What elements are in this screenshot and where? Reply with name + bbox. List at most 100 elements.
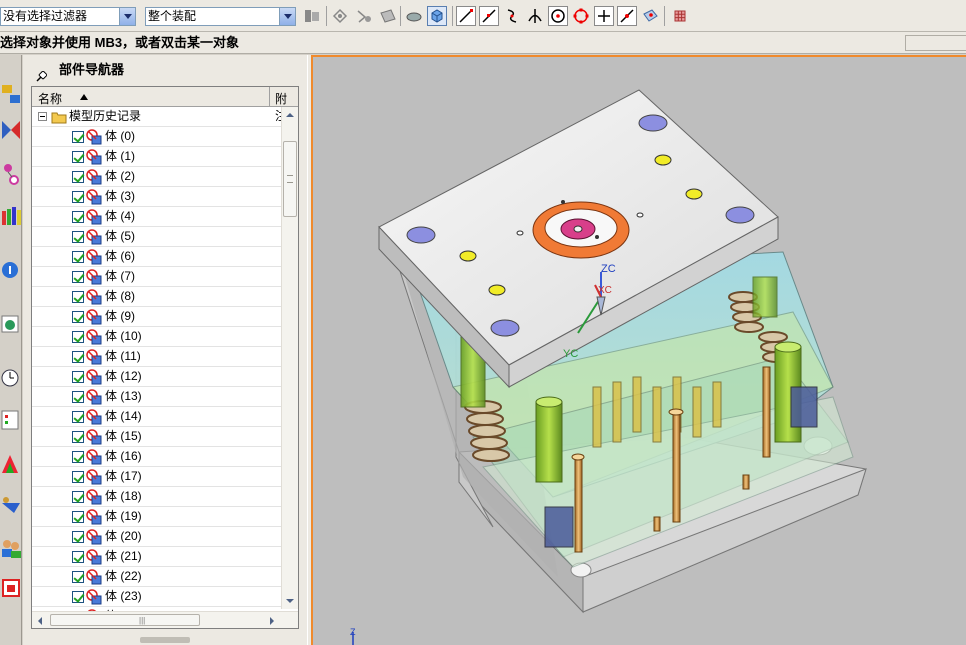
web-browser-tab[interactable] xyxy=(0,309,22,339)
tree-item-body[interactable]: 体 (14) xyxy=(32,407,281,427)
visibility-checkbox[interactable] xyxy=(72,291,84,303)
tree-item-body[interactable]: 体 (20) xyxy=(32,527,281,547)
manufacturing-wizard-tab[interactable] xyxy=(0,491,22,521)
selection-scope-dropdown[interactable]: 整个装配 xyxy=(145,7,296,26)
point-on-curve-icon[interactable] xyxy=(617,6,637,26)
tree-item-body[interactable]: 体 (13) xyxy=(32,387,281,407)
tree-item-label: 体 (1) xyxy=(105,149,136,163)
vertical-scroll-thumb[interactable] xyxy=(283,141,297,217)
assembly-navigator-tab[interactable] xyxy=(0,79,22,109)
visibility-checkbox[interactable] xyxy=(72,571,84,583)
select-face-icon[interactable] xyxy=(378,6,398,26)
visibility-checkbox[interactable] xyxy=(72,531,84,543)
horizontal-scroll-thumb[interactable]: ||| xyxy=(50,614,200,626)
part-navigator-tab[interactable] xyxy=(0,159,22,189)
tree-item-body[interactable]: 体 (21) xyxy=(32,547,281,567)
column-name-header[interactable]: 名称 xyxy=(38,90,62,107)
navigator-tree[interactable]: 名称 附注 模型历史记录 体 (0) 体 (1) 体 (2) 体 (3) 体 (4) 体 … xyxy=(31,86,299,629)
visibility-checkbox[interactable] xyxy=(72,311,84,323)
visibility-checkbox[interactable] xyxy=(72,471,84,483)
tree-item-body[interactable]: 体 (10) xyxy=(32,327,281,347)
tree-item-body[interactable]: 体 (4) xyxy=(32,207,281,227)
chevron-down-icon[interactable] xyxy=(279,8,295,25)
snap-point-icon[interactable] xyxy=(330,6,350,26)
visibility-checkbox[interactable] xyxy=(72,411,84,423)
cube-view-icon[interactable] xyxy=(427,6,447,26)
tree-item-body[interactable]: 体 (22) xyxy=(32,567,281,587)
intersection-icon[interactable] xyxy=(525,6,545,26)
tree-item-body[interactable]: 体 (16) xyxy=(32,447,281,467)
visibility-checkbox[interactable] xyxy=(72,591,84,603)
tree-item-body[interactable]: 体 (8) xyxy=(32,287,281,307)
solid-body-icon xyxy=(86,569,102,585)
tree-item-body[interactable]: 体 (1) xyxy=(32,147,281,167)
process-studio-tab[interactable] xyxy=(0,449,22,479)
visibility-checkbox[interactable] xyxy=(72,371,84,383)
mid-point-icon[interactable] xyxy=(479,6,499,26)
visibility-checkbox[interactable] xyxy=(72,171,84,183)
column-header: 名称 附注 xyxy=(32,87,298,123)
quadrant-icon[interactable] xyxy=(571,6,591,26)
arc-center-icon[interactable] xyxy=(548,6,568,26)
mold-assembly-model[interactable]: ZC XC YC Z xyxy=(313,57,966,645)
hd3d-tools-tab[interactable] xyxy=(0,255,22,285)
tree-item-body[interactable]: 体 (3) xyxy=(32,187,281,207)
visibility-checkbox[interactable] xyxy=(72,391,84,403)
tree-item-body[interactable]: 体 (19) xyxy=(32,507,281,527)
solid-body-icon xyxy=(86,169,102,185)
end-point-icon[interactable] xyxy=(456,6,476,26)
tree-item-body[interactable]: 体 (23) xyxy=(32,587,281,607)
visibility-checkbox[interactable] xyxy=(72,491,84,503)
chevron-down-icon[interactable] xyxy=(119,8,135,25)
visibility-checkbox[interactable] xyxy=(72,231,84,243)
tree-item-body[interactable]: 体 (15) xyxy=(32,427,281,447)
point-on-face-icon[interactable] xyxy=(640,6,660,26)
horizontal-scrollbar[interactable]: ||| xyxy=(32,611,298,628)
tree-item-body[interactable]: 体 (5) xyxy=(32,227,281,247)
system-materials-tab[interactable] xyxy=(0,405,22,435)
type-filter-dropdown[interactable]: 没有选择过滤器 xyxy=(0,7,136,26)
tree-item-body[interactable]: 体 (0) xyxy=(32,127,281,147)
tree-item-body[interactable]: 体 (18) xyxy=(32,487,281,507)
collapse-icon[interactable] xyxy=(38,112,47,121)
visibility-checkbox[interactable] xyxy=(72,511,84,523)
control-point-icon[interactable] xyxy=(502,6,522,26)
tree-item-label: 体 (7) xyxy=(105,269,136,283)
column-divider[interactable] xyxy=(269,87,270,107)
grid-icon[interactable] xyxy=(670,6,690,26)
select-body-icon[interactable] xyxy=(404,6,424,26)
visibility-checkbox[interactable] xyxy=(72,191,84,203)
visibility-checkbox[interactable] xyxy=(72,331,84,343)
visibility-checkbox[interactable] xyxy=(72,551,84,563)
visibility-checkbox[interactable] xyxy=(72,351,84,363)
visibility-checkbox[interactable] xyxy=(72,251,84,263)
tree-item-body[interactable]: 体 (17) xyxy=(32,467,281,487)
visibility-checkbox[interactable] xyxy=(72,451,84,463)
system-scenes-tab[interactable] xyxy=(0,573,22,603)
roles-tab[interactable] xyxy=(0,533,22,563)
graphics-viewport[interactable]: ZC XC YC Z xyxy=(311,55,966,645)
visibility-checkbox[interactable] xyxy=(72,431,84,443)
visibility-checkbox[interactable] xyxy=(72,211,84,223)
tree-item-body[interactable]: 体 (2) xyxy=(32,167,281,187)
visibility-checkbox[interactable] xyxy=(72,131,84,143)
scroll-down-icon[interactable] xyxy=(282,593,298,609)
tree-item-label: 体 (15) xyxy=(105,429,142,443)
tree-item-body[interactable]: 体 (12) xyxy=(32,367,281,387)
tree-item-body[interactable]: 体 (6) xyxy=(32,247,281,267)
panel-resize-grip[interactable] xyxy=(140,637,190,643)
history-tab[interactable] xyxy=(0,363,22,393)
constraint-navigator-tab[interactable] xyxy=(0,115,22,145)
existing-point-icon[interactable] xyxy=(594,6,614,26)
tree-item-body[interactable]: 体 (9) xyxy=(32,307,281,327)
vertical-scrollbar[interactable] xyxy=(281,107,298,609)
visibility-checkbox[interactable] xyxy=(72,151,84,163)
filter-settings-icon[interactable] xyxy=(302,6,322,26)
tree-item-body[interactable]: 体 (11) xyxy=(32,347,281,367)
reuse-library-tab[interactable] xyxy=(0,201,22,231)
tree-root-row[interactable]: 模型历史记录 xyxy=(32,107,281,127)
select-feature-icon[interactable] xyxy=(354,6,374,26)
scroll-up-icon[interactable] xyxy=(282,107,298,123)
visibility-checkbox[interactable] xyxy=(72,271,84,283)
tree-item-body[interactable]: 体 (7) xyxy=(32,267,281,287)
